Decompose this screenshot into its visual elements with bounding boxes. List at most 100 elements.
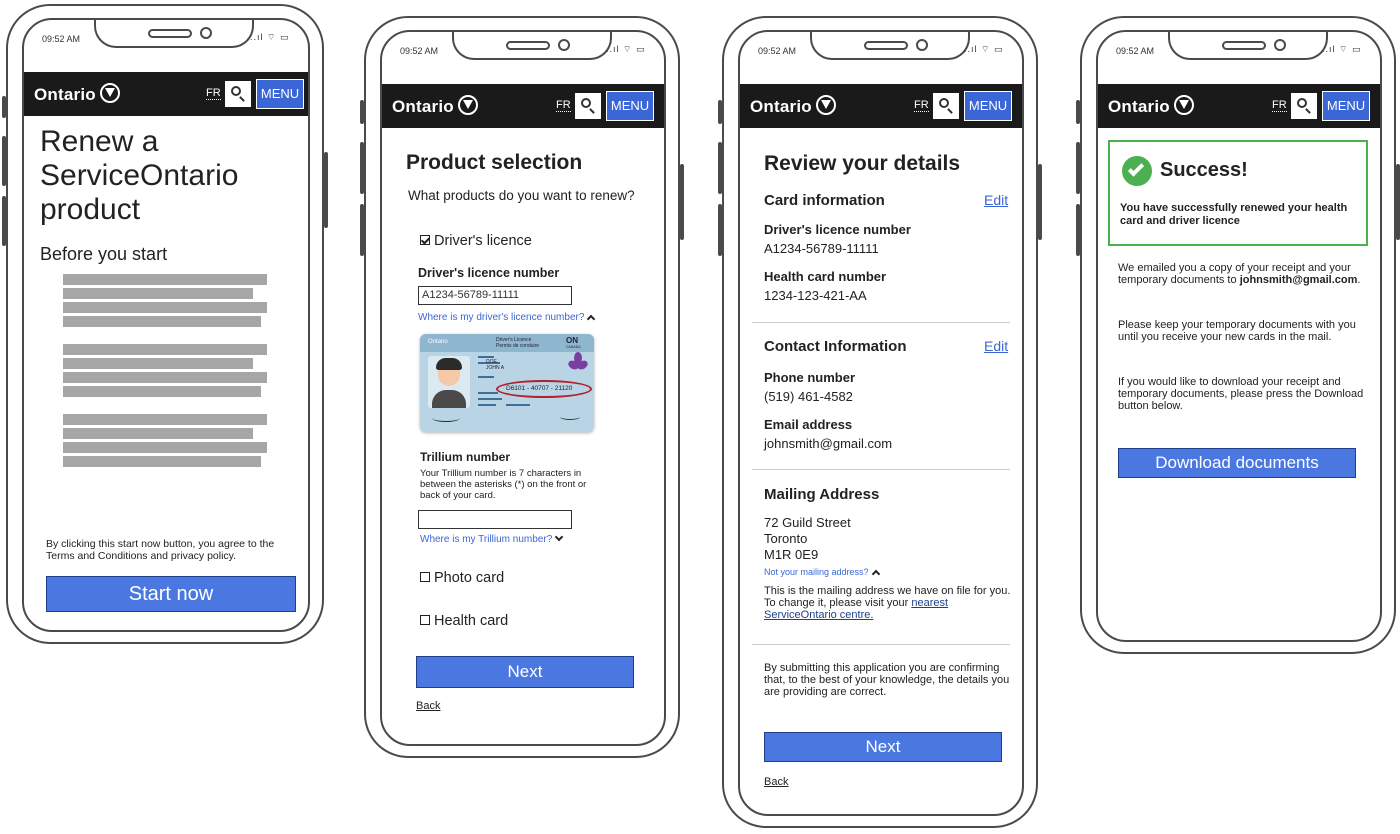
ontario-logo[interactable]: Ontario — [34, 83, 120, 105]
divider — [752, 469, 1010, 470]
status-icons: ..ıl ⌔ ▭ — [964, 44, 1004, 54]
status-icons: ..ıl ⌔ ▭ — [606, 44, 646, 54]
placeholder-bar — [63, 358, 253, 369]
card-info-heading: Card information — [764, 192, 885, 209]
status-time: 09:52 AM — [400, 46, 439, 56]
trillium-input[interactable] — [418, 510, 572, 529]
language-toggle[interactable]: FR — [206, 88, 221, 100]
placeholder-bar — [63, 386, 261, 397]
placeholder-bar — [63, 456, 261, 467]
card-country: CANADA — [566, 345, 581, 349]
emailed-text: We emailed you a copy of your receipt an… — [1118, 262, 1361, 286]
phone-frame-3: 09:52 AM ..ıl ⌔ ▭ Ontario FR MENU Review… — [718, 16, 1042, 828]
licence-card-image: Ontario Driver's Licence Permis de condu… — [420, 334, 594, 432]
download-info-text: If you would like to download your recei… — [1118, 376, 1364, 412]
placeholder-bar — [63, 344, 267, 355]
edit-card-link[interactable]: Edit — [984, 192, 1008, 208]
dl-value: A1234-56789-11111 — [764, 241, 879, 256]
signature-mark — [432, 414, 460, 422]
success-title: Success! — [1160, 159, 1248, 181]
screen-success: 09:52 AM ..ıl ⌔ ▭ Ontario FR MENU Succes… — [1096, 30, 1382, 642]
highlight-ellipse — [496, 380, 592, 398]
menu-button[interactable]: MENU — [606, 91, 654, 121]
contact-heading: Contact Information — [764, 338, 907, 355]
trillium-icon — [815, 95, 836, 115]
checkbox-icon — [420, 615, 430, 625]
language-toggle[interactable]: FR — [914, 100, 929, 112]
health-card-checkbox[interactable]: Health card — [420, 613, 508, 629]
address-line-1: 72 Guild Street — [764, 515, 851, 530]
mailing-heading: Mailing Address — [764, 486, 880, 503]
divider — [752, 322, 1010, 323]
section-subtitle: Before you start — [40, 244, 168, 264]
language-toggle[interactable]: FR — [556, 100, 571, 112]
edit-contact-link[interactable]: Edit — [984, 338, 1008, 354]
site-header: Ontario FR MENU — [1098, 84, 1380, 128]
status-icons: ..ıl ⌔ ▭ — [250, 32, 290, 42]
email-label: Email address — [764, 417, 853, 432]
health-label: Health card number — [764, 269, 887, 284]
dl-label: Driver's licence number — [764, 222, 911, 237]
card-brand: Ontario — [428, 339, 448, 345]
screen-product-selection: 09:52 AM ..ıl ⌔ ▭ Ontario FR MENU Produc… — [380, 30, 666, 746]
success-banner: Success! You have successfully renewed y… — [1108, 140, 1368, 246]
photo-card-checkbox[interactable]: Photo card — [420, 570, 504, 586]
trillium-label: Trillium number — [420, 450, 511, 464]
menu-button[interactable]: MENU — [964, 91, 1012, 121]
start-now-button[interactable]: Start now — [46, 576, 296, 612]
status-time: 09:52 AM — [758, 46, 797, 56]
placeholder-bar — [63, 302, 267, 313]
search-button[interactable] — [933, 93, 959, 119]
page-title: Product selection — [406, 151, 583, 174]
site-header: Ontario FR MENU — [382, 84, 664, 128]
search-button[interactable] — [225, 81, 251, 107]
keep-text: Please keep your temporary documents wit… — [1118, 319, 1356, 343]
screen-review: 09:52 AM ..ıl ⌔ ▭ Ontario FR MENU Review… — [738, 30, 1024, 816]
checkbox-checked-icon — [420, 235, 430, 245]
placeholder-bar — [63, 372, 267, 383]
chevron-down-icon — [555, 532, 564, 542]
language-toggle[interactable]: FR — [1272, 100, 1287, 112]
search-button[interactable] — [1291, 93, 1317, 119]
screen-renew: 09:52 AM ..ıl ⌔ ▭ Ontario FR MENU Renew … — [22, 18, 310, 632]
ontario-logo[interactable]: Ontario — [392, 95, 478, 117]
status-time: 09:52 AM — [1116, 46, 1155, 56]
ontario-logo[interactable]: Ontario — [1108, 95, 1194, 117]
search-button[interactable] — [575, 93, 601, 119]
mailing-note: This is the mailing address we have on f… — [764, 585, 1011, 621]
trillium-help: Your Trillium number is 7 characters in … — [420, 468, 587, 501]
checkmark-icon — [1122, 156, 1152, 186]
trillium-icon — [457, 95, 478, 115]
phone-frame-2: 09:52 AM ..ıl ⌔ ▭ Ontario FR MENU Produc… — [360, 16, 684, 758]
chevron-up-icon — [871, 569, 880, 579]
phone-frame-1: 09:52 AM ..ıl ⌔ ▭ Ontario FR MENU Renew … — [2, 4, 328, 644]
back-link[interactable]: Back — [416, 700, 440, 712]
site-header: Ontario FR MENU — [24, 72, 308, 116]
drivers-licence-checkbox[interactable]: Driver's licence — [420, 233, 532, 249]
placeholder-bar — [63, 316, 261, 327]
menu-button[interactable]: MENU — [1322, 91, 1370, 121]
page-title: Renew a ServiceOntario product — [40, 125, 239, 226]
dl-number-input[interactable]: A1234-56789-11111 — [418, 286, 572, 305]
status-icons: ..ıl ⌔ ▭ — [1322, 44, 1362, 54]
trillium-icon — [1173, 95, 1194, 115]
address-line-2: Toronto — [764, 531, 808, 546]
trillium-where-link[interactable]: Where is my Trillium number? — [420, 532, 564, 545]
card-name-line-2: JOHN A — [486, 365, 505, 371]
confirm-text: By submitting this application you are c… — [764, 662, 1010, 698]
trillium-icon — [99, 83, 120, 103]
placeholder-bar — [63, 288, 253, 299]
next-button[interactable]: Next — [416, 656, 634, 688]
ontario-logo[interactable]: Ontario — [750, 95, 836, 117]
dl-where-link[interactable]: Where is my driver's licence number? — [418, 312, 596, 324]
next-button[interactable]: Next — [764, 732, 1002, 762]
trillium-emblem-icon — [566, 352, 590, 374]
menu-button[interactable]: MENU — [256, 79, 304, 109]
status-time: 09:52 AM — [42, 34, 81, 44]
download-documents-button[interactable]: Download documents — [1118, 448, 1356, 478]
not-your-address-link[interactable]: Not your mailing address? — [764, 567, 880, 579]
chevron-up-icon — [587, 314, 596, 324]
back-link[interactable]: Back — [764, 776, 788, 788]
card-subtitle: Permis de conduire — [496, 343, 540, 349]
placeholder-bar — [63, 428, 253, 439]
